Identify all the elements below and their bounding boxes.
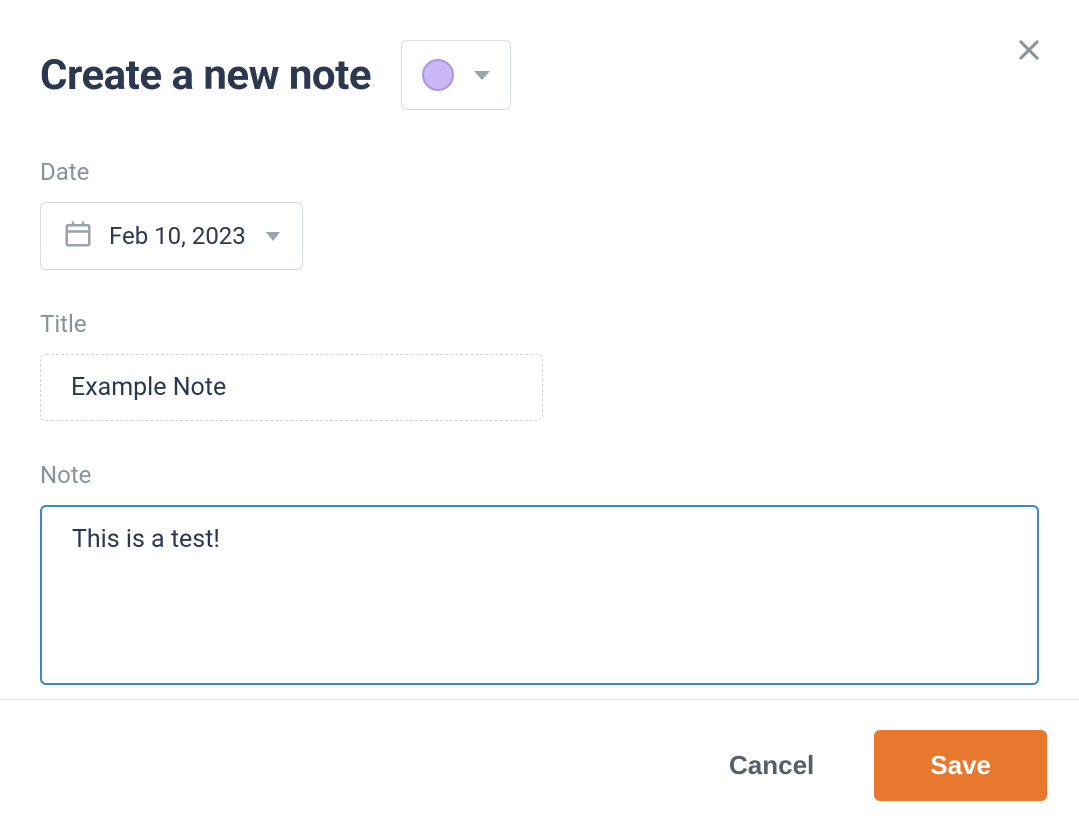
- title-input[interactable]: [40, 354, 543, 421]
- calendar-icon: [63, 219, 93, 253]
- note-field-group: Note: [40, 461, 1039, 689]
- note-label: Note: [40, 461, 1039, 489]
- close-button[interactable]: [1011, 32, 1047, 71]
- color-swatch-icon: [422, 59, 454, 91]
- modal-title: Create a new note: [40, 51, 371, 100]
- chevron-down-icon: [266, 232, 280, 241]
- date-value: Feb 10, 2023: [109, 222, 246, 250]
- color-picker-dropdown[interactable]: [401, 40, 511, 110]
- save-button[interactable]: Save: [874, 730, 1047, 801]
- date-picker[interactable]: Feb 10, 2023: [40, 202, 303, 270]
- close-icon: [1015, 36, 1043, 64]
- create-note-modal: Create a new note Date Feb 10, 2023 Titl…: [0, 0, 1079, 691]
- title-label: Title: [40, 310, 1039, 338]
- date-label: Date: [40, 158, 1039, 186]
- note-textarea[interactable]: [40, 505, 1039, 685]
- modal-footer: Cancel Save: [0, 699, 1079, 831]
- cancel-button[interactable]: Cancel: [717, 742, 826, 789]
- modal-header: Create a new note: [40, 40, 1039, 110]
- date-field-group: Date Feb 10, 2023: [40, 158, 1039, 270]
- chevron-down-icon: [474, 71, 490, 80]
- title-field-group: Title: [40, 310, 1039, 421]
